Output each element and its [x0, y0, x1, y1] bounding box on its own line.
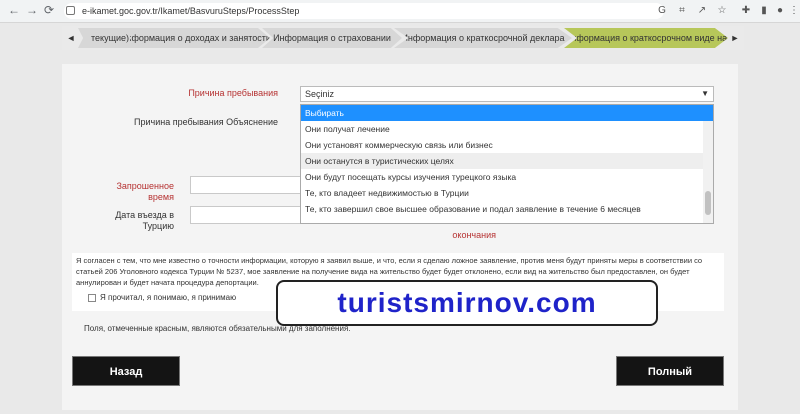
extensions-icon[interactable]: ✚ [740, 5, 752, 17]
forward-arrow-icon[interactable]: → [26, 3, 38, 17]
reason-label: Причина пребывания [188, 88, 278, 98]
dropdown-option[interactable]: Выбирать [301, 105, 713, 121]
requested-time-input[interactable] [190, 176, 302, 194]
share-icon[interactable]: ↗ [696, 5, 708, 17]
reload-icon[interactable]: ⟳ [44, 3, 54, 17]
reading-list-icon[interactable]: ▮ [758, 5, 770, 17]
steps-prev-button[interactable]: ◄ [64, 28, 78, 48]
back-arrow-icon[interactable]: ← [8, 3, 20, 17]
agree-checkbox[interactable] [88, 294, 96, 302]
reason-explanation-label: Причина пребывания Объяснение [134, 117, 278, 127]
address-bar[interactable]: e-ikamet.goc.gov.tr/Ikamet/BasvuruSteps/… [64, 3, 664, 19]
scrollbar-thumb[interactable] [705, 191, 711, 215]
translate-icon[interactable]: ⌗ [676, 5, 688, 17]
google-icon[interactable]: G [656, 5, 668, 17]
entry-date-label: Дата въезда в Турцию [115, 210, 174, 231]
step-short-term-residence[interactable]: Информация о краткосрочном виде на [564, 28, 728, 48]
dropdown-option[interactable]: Те, кто завершил свое высшее образование… [301, 201, 713, 217]
bookmark-star-icon[interactable]: ☆ [716, 5, 728, 17]
watermark-banner: turistsmirnov.com [276, 280, 658, 326]
steps-next-button[interactable]: ► [728, 28, 742, 48]
dropdown-option[interactable]: Они установят коммерческую связь или биз… [301, 137, 713, 153]
reason-dropdown-list: Выбирать Они получат лечение Они установ… [300, 104, 714, 224]
end-date-label: окончания [452, 230, 496, 240]
agree-checkbox-label: Я прочитал, я понимаю, я принимаю [100, 293, 237, 302]
reason-select-value: Seçiniz [305, 89, 335, 99]
dropdown-option[interactable]: Они будут посещать курсы изучения турецк… [301, 169, 713, 185]
dropdown-scrollbar[interactable] [703, 121, 713, 223]
back-button[interactable]: Назад [72, 356, 180, 386]
dropdown-option[interactable]: Те, кто владеет недвижимостью в Турции [301, 185, 713, 201]
dropdown-option[interactable]: Они получат лечение [301, 121, 713, 137]
step-insurance[interactable]: Информация о страховании [262, 28, 402, 48]
reason-select[interactable]: Seçiniz ▼ [300, 86, 714, 102]
chevron-down-icon: ▼ [701, 89, 709, 98]
requested-time-label: Запрошенное время [116, 181, 174, 202]
step-income-employment[interactable]: Информация о доходах и занятости [120, 28, 270, 48]
finish-button[interactable]: Полный [616, 356, 724, 386]
browser-toolbar: ← → ⟳ e-ikamet.goc.gov.tr/Ikamet/Basvuru… [0, 0, 800, 23]
entry-date-input[interactable] [190, 206, 302, 224]
profile-icon[interactable]: ● [774, 5, 786, 17]
step-wizard: ◄ текущие) Информация о доходах и занято… [62, 26, 744, 50]
step-short-term-declaration[interactable]: Информация о краткосрочной деклара [394, 28, 572, 48]
lock-icon [66, 6, 75, 15]
menu-dots-icon[interactable]: ⋮ [788, 5, 800, 17]
dropdown-option[interactable]: Они останутся в туристических целях [301, 153, 713, 169]
